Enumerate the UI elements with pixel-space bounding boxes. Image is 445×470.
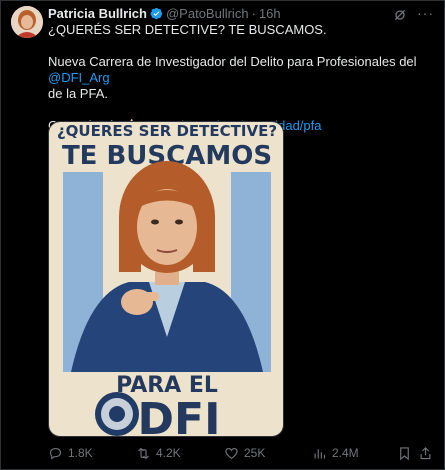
bookmark-icon (400, 446, 409, 460)
reply-count: 1.8K (68, 446, 93, 460)
like-button[interactable]: 25K (224, 446, 265, 461)
views-count: 2.4M (332, 446, 359, 460)
tweet-text: ¿QUERÉS SER DETECTIVE? TE BUSCAMOS. Nuev… (48, 22, 432, 134)
mention-link[interactable]: @DFI_Arg (48, 70, 110, 85)
share-icon (420, 446, 431, 459)
tweet-image[interactable]: ¿QUERES SER DETECTIVE? TE BUSCAMOS PARA … (48, 121, 284, 437)
repost-button[interactable]: 4.2K (136, 446, 181, 461)
timestamp[interactable]: 16h (259, 6, 281, 21)
reply-button[interactable]: 1.8K (48, 446, 93, 461)
share-button[interactable] (418, 446, 433, 461)
action-bar: 1.8K 4.2K 25K 2.4M (48, 443, 432, 463)
author-name[interactable]: Patricia Bullrich (48, 6, 147, 21)
tweet-line-2: Nueva Carrera de Investigador del Delito… (48, 54, 432, 86)
like-count: 25K (244, 446, 266, 460)
avatar-image (11, 6, 43, 38)
tweet-header: Patricia Bullrich @PatoBullrich · 16h (48, 6, 404, 21)
tweet-card[interactable]: Patricia Bullrich @PatoBullrich · 16h ··… (0, 0, 445, 470)
poster-bottom-line-2: DFI (138, 394, 221, 437)
author-handle[interactable]: @PatoBullrich (166, 6, 249, 21)
repost-icon (138, 447, 149, 459)
avatar[interactable] (11, 6, 43, 38)
heart-icon (225, 447, 238, 459)
reply-icon (49, 447, 62, 460)
more-icon[interactable]: ··· (417, 5, 434, 21)
tweet-line-3: de la PFA. (48, 86, 108, 101)
grok-icon[interactable] (392, 7, 408, 23)
views-chart-icon (314, 448, 326, 458)
tweet-line-2-text: Nueva Carrera de Investigador del Delito… (48, 54, 417, 69)
poster-top-text: ¿QUERES SER DETECTIVE? (57, 122, 277, 140)
repost-count: 4.2K (156, 446, 181, 460)
tweet-line-1: ¿QUERÉS SER DETECTIVE? TE BUSCAMOS. (48, 22, 327, 37)
verified-badge-icon (150, 7, 163, 20)
views-button[interactable]: 2.4M (312, 446, 359, 461)
separator: · (251, 6, 256, 21)
bookmark-button[interactable] (397, 446, 412, 461)
poster-image: ¿QUERES SER DETECTIVE? TE BUSCAMOS PARA … (49, 122, 283, 437)
